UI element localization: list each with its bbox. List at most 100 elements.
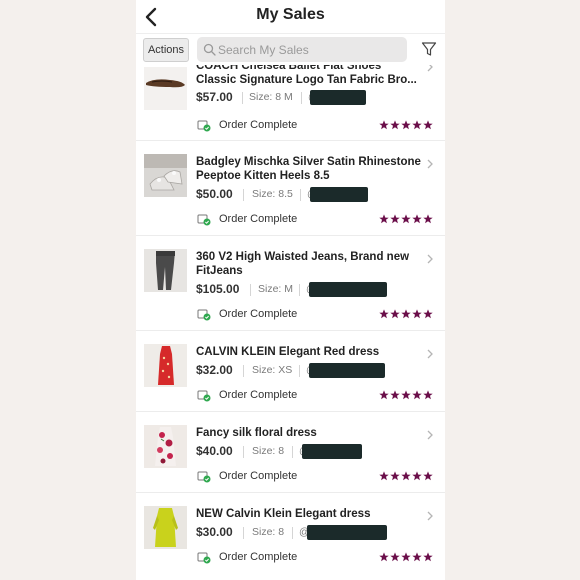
order-status: Order Complete (219, 213, 298, 225)
star-icon (412, 552, 422, 562)
order-status: Order Complete (219, 308, 298, 320)
star-icon (401, 214, 411, 224)
item-title: Fancy silk floral dress (196, 427, 317, 439)
search-box[interactable] (197, 37, 407, 62)
item-size: Size: 8 M (249, 91, 293, 103)
divider (243, 446, 244, 458)
divider (299, 284, 300, 296)
item-title: COACH Chelsea Ballet Flat Shoes Classic … (196, 65, 417, 86)
star-icon (390, 390, 400, 400)
star-icon (379, 120, 389, 130)
sales-list: COACH Chelsea Ballet Flat Shoes Classic … (136, 65, 445, 577)
chevron-right-icon (427, 349, 433, 359)
star-icon (401, 120, 411, 130)
chevron-right-icon (427, 511, 433, 521)
item-size: Size: 8 (252, 526, 285, 538)
star-icon (412, 471, 422, 481)
star-icon (390, 120, 400, 130)
order-complete-icon (197, 120, 211, 132)
actions-button[interactable]: Actions (143, 38, 189, 62)
star-rating (379, 552, 435, 563)
item-thumbnail (144, 154, 187, 197)
divider (301, 92, 302, 104)
redacted-username (302, 444, 362, 459)
item-title: 360 V2 High Waisted Jeans, Brand new Fit… (196, 251, 410, 277)
redacted-username (307, 525, 387, 540)
divider (242, 92, 243, 104)
divider (292, 527, 293, 539)
item-meta: $30.00 Size: 8 @ (196, 525, 436, 541)
chevron-right-icon (427, 159, 433, 169)
list-item[interactable]: 360 V2 High Waisted Jeans, Brand new Fit… (136, 236, 445, 331)
star-icon (401, 309, 411, 319)
chevron-right-icon (427, 254, 433, 264)
item-price: $40.00 (196, 444, 233, 458)
order-status: Order Complete (219, 389, 298, 401)
star-icon (390, 552, 400, 562)
star-icon (401, 471, 411, 481)
list-item[interactable]: NEW Calvin Klein Elegant dress $30.00 Si… (136, 493, 445, 577)
item-title: NEW Calvin Klein Elegant dress (196, 508, 371, 520)
star-icon (390, 309, 400, 319)
order-complete-icon (197, 390, 211, 402)
star-icon (390, 471, 400, 481)
item-meta: $32.00 Size: XS @ (196, 363, 436, 379)
header: My Sales (136, 0, 445, 34)
order-complete-icon (197, 552, 211, 564)
divider (250, 284, 251, 296)
item-thumbnail (144, 425, 187, 468)
item-price: $30.00 (196, 525, 233, 539)
divider (292, 446, 293, 458)
item-price: $50.00 (196, 187, 233, 201)
list-item[interactable]: Fancy silk floral dress $40.00 Size: 8 @… (136, 412, 445, 493)
item-size: Size: 8 (252, 445, 285, 457)
star-icon (412, 214, 422, 224)
app-screen: My Sales Actions COACH Chelsea Ballet Fl… (136, 0, 445, 580)
star-rating (379, 390, 435, 401)
list-item[interactable]: COACH Chelsea Ballet Flat Shoes Classic … (136, 65, 445, 141)
order-complete-icon (197, 471, 211, 483)
item-thumbnail (144, 344, 187, 387)
star-icon (423, 552, 433, 562)
divider (243, 365, 244, 377)
star-icon (379, 214, 389, 224)
star-icon (412, 309, 422, 319)
star-icon (401, 552, 411, 562)
star-icon (390, 214, 400, 224)
item-size: Size: M (258, 283, 294, 295)
star-icon (423, 309, 433, 319)
item-meta: $57.00 Size: 8 M @ (196, 90, 436, 106)
divider (299, 365, 300, 377)
item-title: Badgley Mischka Silver Satin Rhinestone … (196, 156, 421, 182)
search-icon (203, 43, 216, 56)
redacted-username (310, 187, 368, 202)
filter-icon[interactable] (421, 41, 437, 57)
item-price: $105.00 (196, 282, 240, 296)
redacted-username (309, 363, 385, 378)
item-price: $57.00 (196, 90, 233, 104)
star-rating (379, 471, 435, 482)
star-icon (412, 390, 422, 400)
item-thumbnail (144, 506, 187, 549)
order-status: Order Complete (219, 119, 298, 131)
list-item[interactable]: Badgley Mischka Silver Satin Rhinestone … (136, 141, 445, 236)
item-meta: $105.00 Size: M @ (196, 282, 436, 298)
divider (243, 527, 244, 539)
search-input[interactable] (216, 37, 406, 62)
item-meta: $50.00 Size: 8.5 @ (196, 187, 436, 203)
star-icon (401, 390, 411, 400)
divider (243, 189, 244, 201)
item-title: CALVIN KLEIN Elegant Red dress (196, 346, 380, 358)
redacted-username (310, 90, 366, 105)
toolbar: Actions (136, 35, 445, 65)
item-thumbnail (144, 249, 187, 292)
item-size: Size: XS (252, 364, 293, 376)
list-item[interactable]: CALVIN KLEIN Elegant Red dress $32.00 Si… (136, 331, 445, 412)
star-rating (379, 214, 435, 225)
order-status: Order Complete (219, 551, 298, 563)
item-meta: $40.00 Size: 8 @ (196, 444, 436, 460)
star-icon (423, 471, 433, 481)
star-icon (412, 120, 422, 130)
star-icon (379, 309, 389, 319)
star-icon (423, 390, 433, 400)
